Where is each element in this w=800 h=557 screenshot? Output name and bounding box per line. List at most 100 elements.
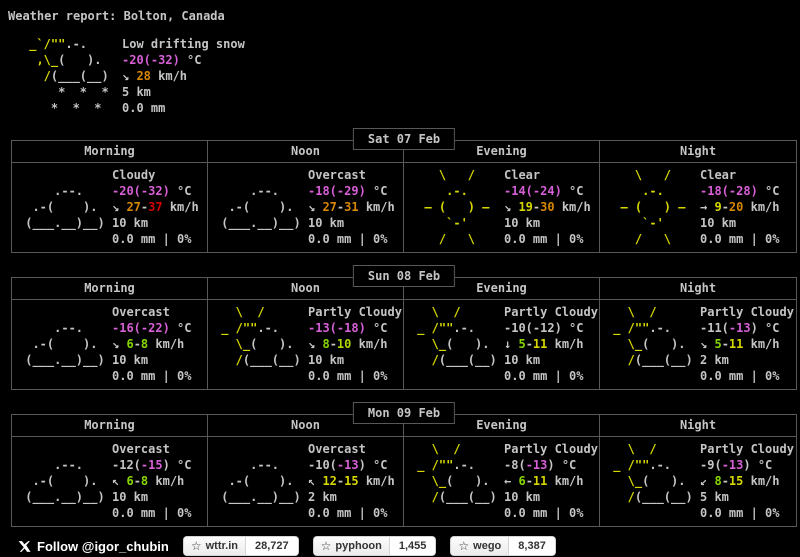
condition-text: Clear	[700, 168, 737, 182]
condition-text: Overcast	[308, 168, 366, 182]
precipitation-text: 0.0 mm | 0%	[112, 506, 192, 520]
temperature-text: -16(-22) °C	[112, 321, 192, 335]
condition-text: Partly Cloudy	[700, 305, 794, 319]
forecast-cell-sun-noon: \ / _ /"".-. \_( ). /(___(__) Partly Clo…	[208, 300, 404, 389]
forecast-cell-sat-noon: .--. .-( ). (___.__)__) Overcast -18(-29…	[208, 163, 404, 252]
column-header-night: Night	[679, 281, 717, 295]
x-logo-icon	[18, 540, 31, 552]
page-title: Weather report: Bolton, Canada	[8, 9, 225, 23]
date-label-sun: Sun 08 Feb	[352, 265, 456, 287]
star-icon: ☆	[320, 539, 332, 553]
condition-text: Overcast	[112, 305, 170, 319]
wind-text: ← 6-11 km/h	[504, 474, 584, 488]
visibility-text: 10 km	[112, 216, 149, 230]
column-header-morning: Morning	[12, 278, 208, 299]
visibility-text: 10 km	[700, 216, 737, 230]
column-header-morning: Morning	[12, 141, 208, 162]
wind-text: ↘ 5-11 km/h	[700, 337, 780, 351]
twitter-follow-button[interactable]: Follow @igor_chubin	[18, 539, 169, 554]
current-conditions: _`/"".-. ,\_( ). /(___(__) * * * * * * L…	[22, 36, 800, 116]
condition-text: Partly Cloudy	[700, 442, 794, 456]
condition-text: Partly Cloudy	[504, 305, 598, 319]
table-body-row: .--. .-( ). (___.__)__) Cloudy -20(-32) …	[12, 163, 796, 252]
visibility-text: 10 km	[308, 353, 345, 367]
precipitation-text: 0.0 mm | 0%	[504, 232, 584, 246]
visibility-text: 2 km	[308, 490, 337, 504]
temperature-text: -18(-29) °C	[308, 184, 388, 198]
repo-name: wego	[473, 540, 502, 552]
temperature-text: -13(-18) °C	[308, 321, 388, 335]
github-star-button-wego[interactable]: ☆ wego 8,387	[450, 536, 556, 556]
temperature-text: -18(-28) °C	[700, 184, 780, 198]
wind-text: → 9-20 km/h	[700, 200, 780, 214]
wind-text: ↘ 27-31 km/h	[308, 200, 395, 214]
condition-text: Overcast	[112, 442, 170, 456]
temperature-text: -8(-13) °C	[504, 458, 577, 472]
precipitation-text: 0.0 mm | 0%	[308, 369, 388, 383]
column-header-night: Night	[679, 144, 717, 158]
visibility-text: 10 km	[308, 216, 345, 230]
condition-text: Clear	[504, 168, 541, 182]
weather-art-icon: \ / _ /"".-. \_( ). /(___(__)	[410, 442, 497, 504]
precipitation-text: 0.0 mm | 0%	[504, 506, 584, 520]
github-star-button-pyphoon[interactable]: ☆ pyphoon 1,455	[312, 536, 437, 556]
temperature-text: -10(-13) °C	[308, 458, 388, 472]
precipitation-text: 0.0 mm | 0%	[504, 369, 584, 383]
current-condition-text: Low drifting snow	[122, 37, 245, 51]
temperature-text: -14(-24) °C	[504, 184, 584, 198]
wind-text: ↘ 6-8 km/h	[112, 337, 185, 351]
column-header-morning: Morning	[12, 415, 208, 436]
table-body-row: .--. .-( ). (___.__)__) Overcast -12(-15…	[12, 437, 796, 526]
current-precipitation-text: 0.0 mm	[122, 101, 166, 115]
star-count: 28,727	[246, 537, 298, 555]
forecast-cell-mon-night: \ / _ /"".-. \_( ). /(___(__) Partly Clo…	[600, 437, 796, 526]
forecast-cell-sat-evening: \ / .-. – ( ) – `-' / \ Clear -14(-24) °…	[404, 163, 600, 252]
precipitation-text: 0.0 mm | 0%	[308, 232, 388, 246]
visibility-text: 2 km	[700, 353, 729, 367]
wind-text: ↘ 8-10 km/h	[308, 337, 388, 351]
wind-text: ↓ 5-11 km/h	[504, 337, 584, 351]
visibility-text: 10 km	[112, 490, 149, 504]
forecast-table-mon: Mon 09 Feb Morning Noon Evening Night .-…	[11, 402, 797, 527]
star-icon: ☆	[458, 539, 470, 553]
current-wind-text: ↘ 28 km/h	[122, 69, 188, 83]
weather-art-icon: .--. .-( ). (___.__)__)	[214, 458, 301, 504]
wind-text: ↖ 6-8 km/h	[112, 474, 185, 488]
precipitation-text: 0.0 mm | 0%	[112, 232, 192, 246]
forecast-cell-sun-night: \ / _ /"".-. \_( ). /(___(__) Partly Clo…	[600, 300, 796, 389]
weather-art-icon: .--. .-( ). (___.__)__)	[18, 458, 105, 504]
forecast-table-sun: Sun 08 Feb Morning Noon Evening Night .-…	[11, 265, 797, 390]
table-body-row: .--. .-( ). (___.__)__) Overcast -16(-22…	[12, 300, 796, 389]
forecast-cell-mon-evening: \ / _ /"".-. \_( ). /(___(__) Partly Clo…	[404, 437, 600, 526]
weather-art-icon: \ / .-. – ( ) – `-' / \	[606, 168, 686, 246]
precipitation-text: 0.0 mm | 0%	[700, 232, 780, 246]
forecast-cell-sat-night: \ / .-. – ( ) – `-' / \ Clear -18(-28) °…	[600, 163, 796, 252]
date-label-mon: Mon 09 Feb	[352, 402, 456, 424]
precipitation-text: 0.0 mm | 0%	[700, 369, 780, 383]
precipitation-text: 0.0 mm | 0%	[112, 369, 192, 383]
wind-text: ↖ 12-15 km/h	[308, 474, 395, 488]
temperature-text: -10(-12) °C	[504, 321, 584, 335]
temperature-text: -11(-13) °C	[700, 321, 780, 335]
weather-report: Weather report: Bolton, Canada _`/"".-. …	[0, 0, 800, 557]
precipitation-text: 0.0 mm | 0%	[700, 506, 780, 520]
follow-label: Follow @igor_chubin	[37, 538, 169, 554]
condition-text: Partly Cloudy	[308, 305, 402, 319]
weather-art-icon: \ / .-. – ( ) – `-' / \	[410, 168, 490, 246]
footer-bar: Follow @igor_chubin ☆ wttr.in 28,727 ☆ p…	[18, 535, 800, 557]
visibility-text: 10 km	[504, 216, 541, 230]
temperature-text: -12(-15) °C	[112, 458, 192, 472]
forecast-cell-sun-morning: .--. .-( ). (___.__)__) Overcast -16(-22…	[12, 300, 208, 389]
condition-text: Cloudy	[112, 168, 156, 182]
weather-art-icon: \ / _ /"".-. \_( ). /(___(__)	[410, 305, 497, 367]
weather-art-icon: .--. .-( ). (___.__)__)	[214, 184, 301, 230]
forecast-cell-sun-evening: \ / _ /"".-. \_( ). /(___(__) Partly Clo…	[404, 300, 600, 389]
temperature-text: -9(-13) °C	[700, 458, 773, 472]
temperature-text: -20(-32) °C	[112, 184, 192, 198]
forecast-cell-mon-morning: .--. .-( ). (___.__)__) Overcast -12(-15…	[12, 437, 208, 526]
precipitation-text: 0.0 mm | 0%	[308, 506, 388, 520]
repo-name: wttr.in	[205, 540, 238, 552]
visibility-text: 10 km	[504, 353, 541, 367]
current-weather-art-icon: _`/"".-. ,\_( ). /(___(__) * * * * * *	[22, 37, 109, 115]
github-star-button-wttrin[interactable]: ☆ wttr.in 28,727	[182, 536, 299, 556]
